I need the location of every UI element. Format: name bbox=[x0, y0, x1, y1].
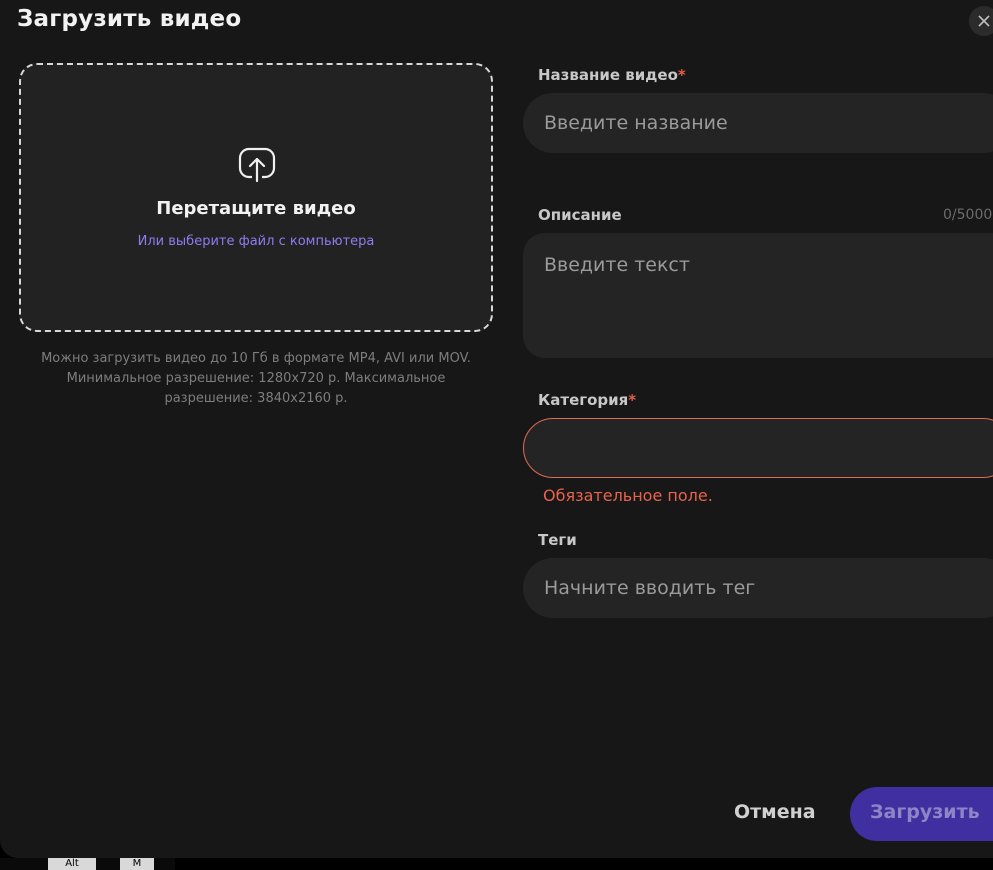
upload-icon bbox=[238, 147, 276, 183]
dialog-title: Загрузить видео bbox=[17, 6, 242, 32]
required-marker: * bbox=[677, 66, 686, 84]
tags-label: Теги bbox=[538, 531, 577, 549]
description-label: Описание bbox=[538, 206, 622, 224]
description-placeholder: Введите текст bbox=[544, 254, 690, 276]
description-counter: 0/5000 bbox=[943, 207, 993, 223]
category-label: Категория* bbox=[538, 391, 637, 409]
tags-placeholder: Начните вводить тег bbox=[544, 577, 756, 599]
tags-input[interactable]: Начните вводить тег bbox=[523, 558, 993, 618]
submit-button[interactable]: Загрузить bbox=[850, 787, 993, 841]
required-marker: * bbox=[628, 391, 637, 409]
dropzone-title: Перетащите видео bbox=[156, 198, 356, 219]
key-alt: Alt bbox=[48, 858, 96, 870]
title-label: Название видео* bbox=[538, 66, 686, 84]
category-error: Обязательное поле. bbox=[543, 486, 713, 505]
key-m: M bbox=[120, 858, 154, 870]
submit-label: Загрузить bbox=[870, 801, 980, 823]
title-placeholder: Введите название bbox=[544, 112, 728, 134]
upload-requirements-hint: Можно загрузить видео до 10 Гб в формате… bbox=[41, 351, 471, 406]
choose-file-link[interactable]: Или выберите файл с компьютера bbox=[21, 234, 491, 249]
category-select[interactable] bbox=[523, 418, 993, 478]
upload-video-dialog: Загрузить видео Перетащите видео Или выб… bbox=[0, 0, 993, 858]
description-textarea[interactable]: Введите текст bbox=[523, 233, 993, 358]
close-button[interactable] bbox=[969, 6, 993, 36]
title-input[interactable]: Введите название bbox=[523, 93, 993, 153]
close-icon bbox=[978, 15, 990, 27]
video-dropzone[interactable]: Перетащите видео Или выберите файл с ком… bbox=[19, 63, 493, 332]
cancel-button[interactable]: Отмена bbox=[734, 801, 816, 823]
